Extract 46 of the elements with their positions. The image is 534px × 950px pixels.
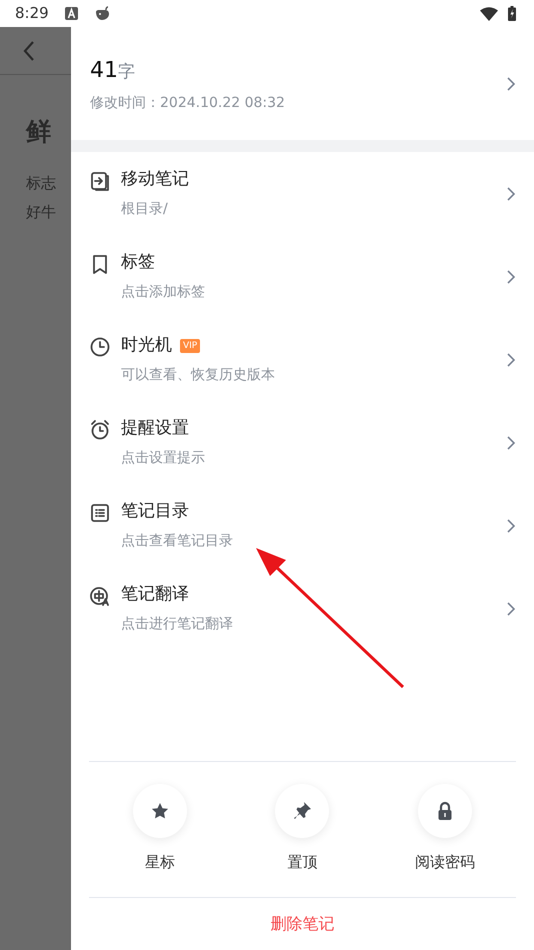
action-label: 星标 [145,852,176,873]
action-label: 阅读密码 [414,852,475,873]
battery-icon [508,6,516,21]
menu-item-subtitle: 点击设置提示 [121,449,205,468]
menu-item-title: 移动笔记 [121,168,189,191]
note-text: 标志 [26,172,57,194]
chevron-right-icon [506,352,516,368]
menu-item-title: 提醒设置 [121,416,189,440]
note-text: 好牛 [26,202,57,222]
keyboard-icon [64,7,78,20]
menu-item-title: 笔记目录 [121,500,189,523]
menu-item[interactable]: 笔记目录 点击查看笔记目录 [71,484,534,567]
menu-item[interactable]: 笔记翻译 点击进行笔记翻译 [71,567,534,650]
move-to-folder-icon [89,170,111,192]
menu-item-title: 标签 [121,250,155,274]
back-icon [22,40,36,62]
menu-item[interactable]: 时光机 VIP 可以查看、恢复历史版本 [71,318,534,401]
menu-item[interactable]: 提醒设置 点击设置提示 [71,401,534,484]
vip-badge: VIP [180,338,200,352]
note-title: 鲜 [26,116,52,148]
clock-text: 8:29 [15,3,49,24]
delete-note-button[interactable]: 删除笔记 [270,898,334,950]
clock-icon [89,336,111,358]
chevron-right-icon [506,600,516,616]
menu-item[interactable]: 标签 点击添加标签 [71,235,534,318]
menu-item-subtitle: 点击进行笔记翻译 [121,615,233,634]
word-unit: 字 [118,62,135,82]
alarm-clock-icon [89,418,111,441]
modified-time: 修改时间：2024.10.22 08:32 [90,94,286,113]
menu-item-title: 笔记翻译 [121,582,189,606]
menu-item[interactable]: 移动笔记 根目录/ [71,152,534,235]
menu-item-subtitle: 点击查看笔记目录 [121,532,233,552]
chevron-right-icon [506,186,516,202]
wifi-icon [480,6,498,20]
translate-icon [89,584,111,607]
list-icon [89,502,111,524]
menu-item-title: 时光机 [121,334,172,357]
action-label: 置顶 [287,852,318,873]
chevron-right-icon [506,76,516,92]
word-count: 41 [90,58,118,83]
menu-item-subtitle: 根目录/ [121,200,169,220]
chevron-right-icon [506,268,516,284]
chevron-right-icon [506,518,516,534]
menu-item-subtitle: 点击添加标签 [121,283,205,302]
menu-item-subtitle: 可以查看、恢复历史版本 [121,366,275,386]
chevron-right-icon [506,434,516,450]
